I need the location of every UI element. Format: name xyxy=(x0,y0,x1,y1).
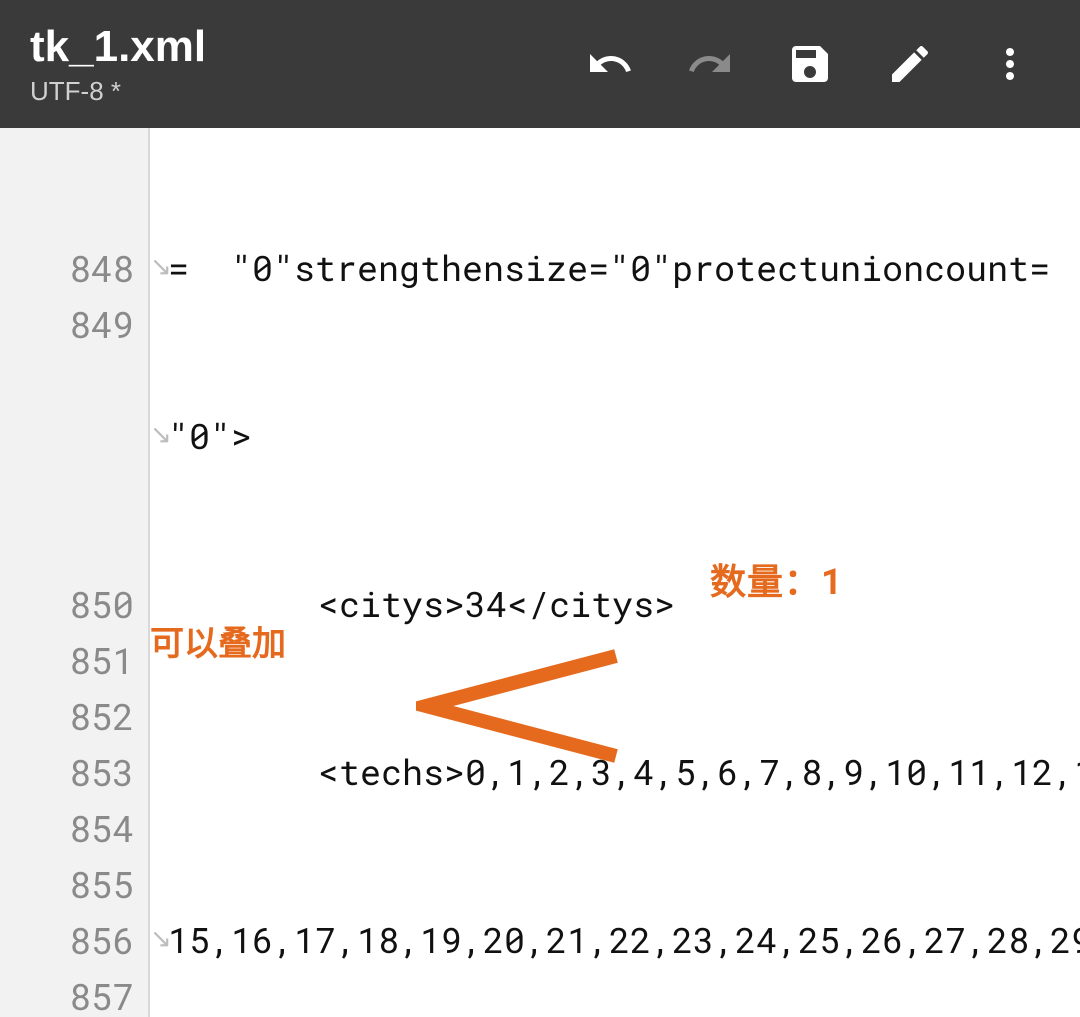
filename: tk_1.xml xyxy=(30,22,206,72)
wrap-indicator-icon xyxy=(150,406,168,462)
gutter-line: 848 xyxy=(0,240,134,296)
gutter-line: 852 xyxy=(0,688,134,744)
editor-area[interactable]: 848 849 850 851 852 853 854 855 856 857 … xyxy=(0,128,1080,1017)
gutter-line xyxy=(0,352,134,408)
save-icon xyxy=(786,40,834,88)
encoding-label: UTF-8 * xyxy=(30,76,206,107)
more-vert-icon xyxy=(986,40,1034,88)
gutter-line: 854 xyxy=(0,800,134,856)
gutter-line xyxy=(0,408,134,464)
edit-icon xyxy=(886,40,934,88)
line-gutter: 848 849 850 851 852 853 854 855 856 857 … xyxy=(0,128,150,1017)
gutter-line: 855 xyxy=(0,856,134,912)
code-line[interactable]: "0"> xyxy=(150,408,1080,464)
edit-button[interactable] xyxy=(860,14,960,114)
code-content[interactable]: = "0"strengthensize="0"protectunioncount… xyxy=(150,128,1080,1017)
gutter-line xyxy=(0,520,134,576)
wrap-indicator-icon xyxy=(150,238,168,294)
gutter-line: 856 xyxy=(0,912,134,968)
code-line[interactable]: <techs>0,1,2,3,4,5,6,7,8,9,10,11,12,13,1… xyxy=(150,744,1080,800)
app-header: tk_1.xml UTF-8 * xyxy=(0,0,1080,128)
title-block: tk_1.xml UTF-8 * xyxy=(30,22,206,107)
more-button[interactable] xyxy=(960,14,1060,114)
code-line[interactable]: <citys>34</citys> xyxy=(150,576,1080,632)
gutter-line xyxy=(0,184,134,240)
gutter-line: 850 xyxy=(0,576,134,632)
undo-icon xyxy=(586,40,634,88)
save-button[interactable] xyxy=(760,14,860,114)
gutter-line: 851 xyxy=(0,632,134,688)
gutter-line xyxy=(0,128,134,184)
code-line[interactable]: 15,16,17,18,19,20,21,22,23,24,25,26,27,2… xyxy=(150,912,1080,968)
wrap-indicator-icon xyxy=(150,910,168,966)
gutter-line: 857 xyxy=(0,968,134,1017)
redo-icon xyxy=(686,40,734,88)
gutter-line xyxy=(0,464,134,520)
gutter-line: 849 xyxy=(0,296,134,352)
undo-button[interactable] xyxy=(560,14,660,114)
gutter-line: 853 xyxy=(0,744,134,800)
code-line[interactable]: = "0"strengthensize="0"protectunioncount… xyxy=(150,240,1080,296)
redo-button[interactable] xyxy=(660,14,760,114)
